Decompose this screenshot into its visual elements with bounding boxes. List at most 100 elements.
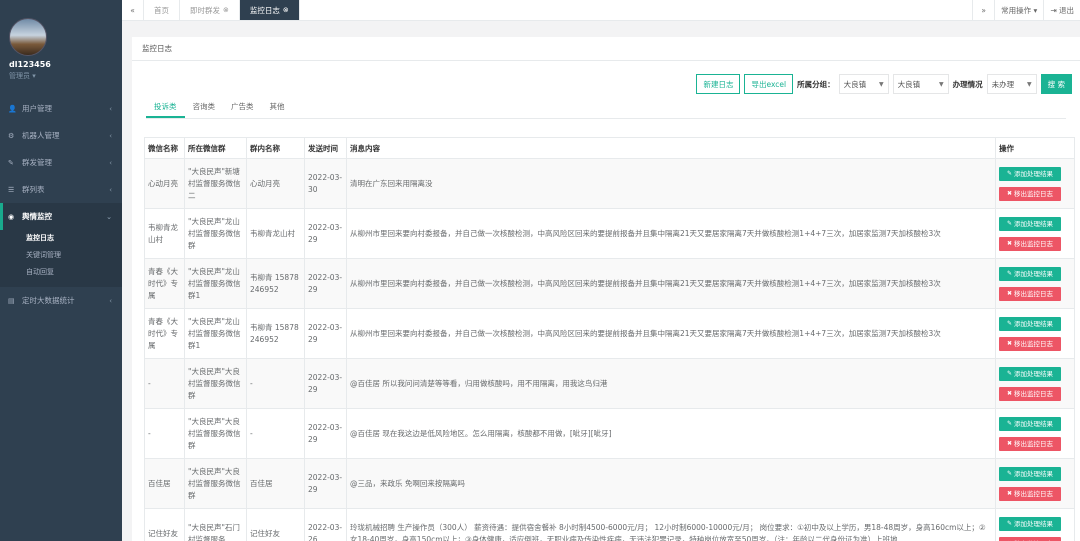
tab-other[interactable]: 其他 — [262, 97, 293, 118]
chevron-down-icon: ▼ — [878, 80, 884, 88]
scroll-right-button[interactable]: » — [972, 0, 994, 20]
row-actions: ✎添加处理结果 ✖移出监控日志 — [999, 316, 1071, 351]
sidebar-item-mass-send[interactable]: ✎ 群发管理 ‹ — [0, 149, 122, 176]
close-icon[interactable]: ⊗ — [223, 6, 229, 14]
remove-from-log-button[interactable]: ✖移出监控日志 — [999, 186, 1061, 201]
remove-from-log-button[interactable]: ✖移出监控日志 — [999, 236, 1061, 251]
remove-from-log-button[interactable]: ✖移出监控日志 — [999, 386, 1061, 401]
tab-instant-send[interactable]: 即时群发 ⊗ — [180, 0, 240, 20]
area-select-2[interactable]: 大良镇 ▼ — [892, 74, 949, 94]
tab-complaint[interactable]: 投诉类 — [146, 97, 185, 118]
add-result-button[interactable]: ✎ 添加处理结果 — [999, 166, 1061, 181]
sidebar-item-label: 定时大数据统计 — [22, 296, 75, 305]
sidebar-item-robots[interactable]: ⚙ 机器人管理 ‹ — [0, 122, 122, 149]
add-result-button[interactable]: ✎ 添加处理结果 — [999, 466, 1061, 481]
sidebar-item-monitor[interactable]: ◉ 舆情监控 ⌄ — [0, 203, 122, 230]
remove-from-log-button[interactable]: ✖移出监控日志 — [999, 336, 1061, 351]
trash-icon: ✖ — [1006, 289, 1013, 297]
cell-nickname: 韦柳青 15878246952 — [246, 308, 305, 359]
tab-bar-right: » 常用操作 ▾ ⇥ 退出 — [972, 0, 1080, 20]
close-icon[interactable]: ⊗ — [283, 6, 289, 14]
cell-time: 2022-03-26 — [304, 508, 347, 541]
cell-group: "大良民声"大良村监督服务微信群 — [184, 408, 247, 459]
chevron-left-icon: ‹ — [109, 296, 112, 305]
cell-nickname: - — [246, 408, 305, 459]
cell-time: 2022-03-29 — [304, 308, 347, 359]
new-log-button[interactable]: 新建日志 — [696, 74, 741, 94]
trash-icon: ✖ — [1006, 389, 1013, 397]
edit-icon: ✎ — [1006, 269, 1013, 277]
table-header-row: 微信名称 所在微信群 群内名称 发送时间 消息内容 操作 — [144, 137, 1075, 159]
user-role-dropdown[interactable]: 管理员 ▾ — [9, 71, 122, 81]
cell-actions: ✎添加处理结果 ✖移出监控日志 — [995, 358, 1075, 409]
tab-home[interactable]: 首页 — [144, 0, 180, 20]
col-header-wechat-name: 微信名称 — [144, 137, 185, 159]
row-actions: ✎添加处理结果 ✖移出监控日志 — [999, 166, 1071, 201]
sidebar-subitem-monitor-log[interactable]: 监控日志 — [0, 230, 122, 247]
col-header-message: 消息内容 — [346, 137, 996, 159]
common-ops-dropdown[interactable]: 常用操作 ▾ — [994, 0, 1043, 20]
cell-time: 2022-03-29 — [304, 358, 347, 409]
add-result-label: 添加处理结果 — [1014, 419, 1054, 428]
cell-message: 从柳州市里回来要向村委报备，并自己做一次核酸检测，中高风险区回来的要提前报备并且… — [346, 208, 996, 259]
tab-consult[interactable]: 咨询类 — [185, 97, 224, 118]
tab-monitor-log[interactable]: 监控日志 ⊗ — [239, 0, 300, 20]
sidebar-subitem-auto-reply[interactable]: 自动回复 — [0, 264, 122, 281]
export-excel-button[interactable]: 导出excel — [744, 74, 794, 94]
area-select-1[interactable]: 大良镇 ▼ — [838, 74, 889, 94]
remove-from-log-button[interactable]: ✖移出监控日志 — [999, 436, 1061, 451]
double-left-icon: « — [130, 5, 135, 15]
remove-from-log-button[interactable]: ✖移出监控日志 — [999, 486, 1061, 501]
cell-time: 2022-03-29 — [304, 408, 347, 459]
cell-group: "大良民声"新塘村监督服务微信二 — [184, 158, 247, 209]
cell-message: 从柳州市里回来要向村委报备，并自己做一次核酸检测，中高风险区回来的要提前报备并且… — [346, 258, 996, 309]
sidebar: dl123456 管理员 ▾ 👤 用户管理 ‹ ⚙ 机器人管理 ‹ ✎ 群发管理 ‹ ☰ 群列… — [0, 0, 122, 541]
chevron-left-icon: ‹ — [109, 185, 112, 194]
table-body: 心动月亮 "大良民声"新塘村监督服务微信二 心动月亮 2022-03-30 清明在广东回… — [144, 158, 1075, 541]
sign-out-icon: ⇥ — [1050, 5, 1057, 15]
scroll-left-button[interactable]: « — [122, 0, 144, 20]
add-result-button[interactable]: ✎ 添加处理结果 — [999, 366, 1061, 381]
cell-message: 玲珑机械招聘 生产操作员（300人） 薪资待遇：提供宿舍餐补 8小时制4500-… — [346, 508, 996, 541]
search-button[interactable]: 搜 索 — [1040, 74, 1072, 94]
cell-time: 2022-03-29 — [304, 208, 347, 259]
tab-ads[interactable]: 广告类 — [223, 97, 262, 118]
edit-icon: ✎ — [1006, 169, 1013, 177]
add-result-button[interactable]: ✎ 添加处理结果 — [999, 266, 1061, 281]
remove-from-log-button[interactable]: ✖移出监控日志 — [999, 286, 1061, 301]
cell-nickname: 韦柳青龙山村 — [246, 208, 305, 259]
status-select[interactable]: 未办理 ▼ — [986, 74, 1037, 94]
table-row: 百佳居 "大良民声"大良村监督服务微信群 百佳居 2022-03-29 @三品，来政乐 … — [144, 458, 1075, 509]
remove-label: 移出监控日志 — [1014, 289, 1054, 298]
username[interactable]: dl123456 — [9, 60, 122, 69]
row-actions: ✎添加处理结果 ✖移出监控日志 — [999, 266, 1071, 301]
add-result-label: 添加处理结果 — [1014, 319, 1054, 328]
exit-button[interactable]: ⇥ 退出 — [1043, 0, 1080, 20]
table-row: 心动月亮 "大良民声"新塘村监督服务微信二 心动月亮 2022-03-30 清明在广东回… — [144, 158, 1075, 209]
table-row: - "大良民声"大良村监督服务微信群 -2022-03-29 @百佳居 现在我这边是低… — [144, 408, 1075, 459]
page-title: 监控日志 — [132, 37, 1080, 61]
cell-group: "大良民声"龙山村监督服务微信群1 — [184, 258, 247, 309]
sidebar-subitem-keywords[interactable]: 关键词管理 — [0, 247, 122, 264]
cell-wechat-name: - — [144, 408, 185, 459]
sidebar-item-label: 群列表 — [22, 185, 45, 194]
add-result-button[interactable]: ✎ 添加处理结果 — [999, 416, 1061, 431]
tab-label: 即时群发 — [190, 5, 220, 15]
remove-from-log-button[interactable]: ✖移出监控日志 — [999, 536, 1061, 541]
cell-nickname: - — [246, 358, 305, 409]
cell-message: 清明在广东回来用隔离没 — [346, 158, 996, 209]
cell-message: @百佳居 所以我问问清楚等等看，归用做核酸吗，用不用隔离，用我这鸟归港 — [346, 358, 996, 409]
cell-wechat-name: 青春《大时代》专属 — [144, 258, 185, 309]
cell-time: 2022-03-29 — [304, 458, 347, 509]
add-result-button[interactable]: ✎ 添加处理结果 — [999, 516, 1061, 531]
sidebar-item-users[interactable]: 👤 用户管理 ‹ — [0, 95, 122, 122]
chevron-left-icon: ‹ — [109, 131, 112, 140]
add-result-button[interactable]: ✎ 添加处理结果 — [999, 216, 1061, 231]
cell-actions: ✎添加处理结果 ✖移出监控日志 — [995, 508, 1075, 541]
avatar[interactable] — [9, 18, 47, 56]
cell-actions: ✎添加处理结果 ✖移出监控日志 — [995, 258, 1075, 309]
sidebar-item-group-list[interactable]: ☰ 群列表 ‹ — [0, 176, 122, 203]
add-result-button[interactable]: ✎ 添加处理结果 — [999, 316, 1061, 331]
sidebar-item-stats[interactable]: ▤ 定时大数据统计 ‹ — [0, 287, 122, 314]
cell-group: "大良民声"龙山村监督服务微信群1 — [184, 308, 247, 359]
